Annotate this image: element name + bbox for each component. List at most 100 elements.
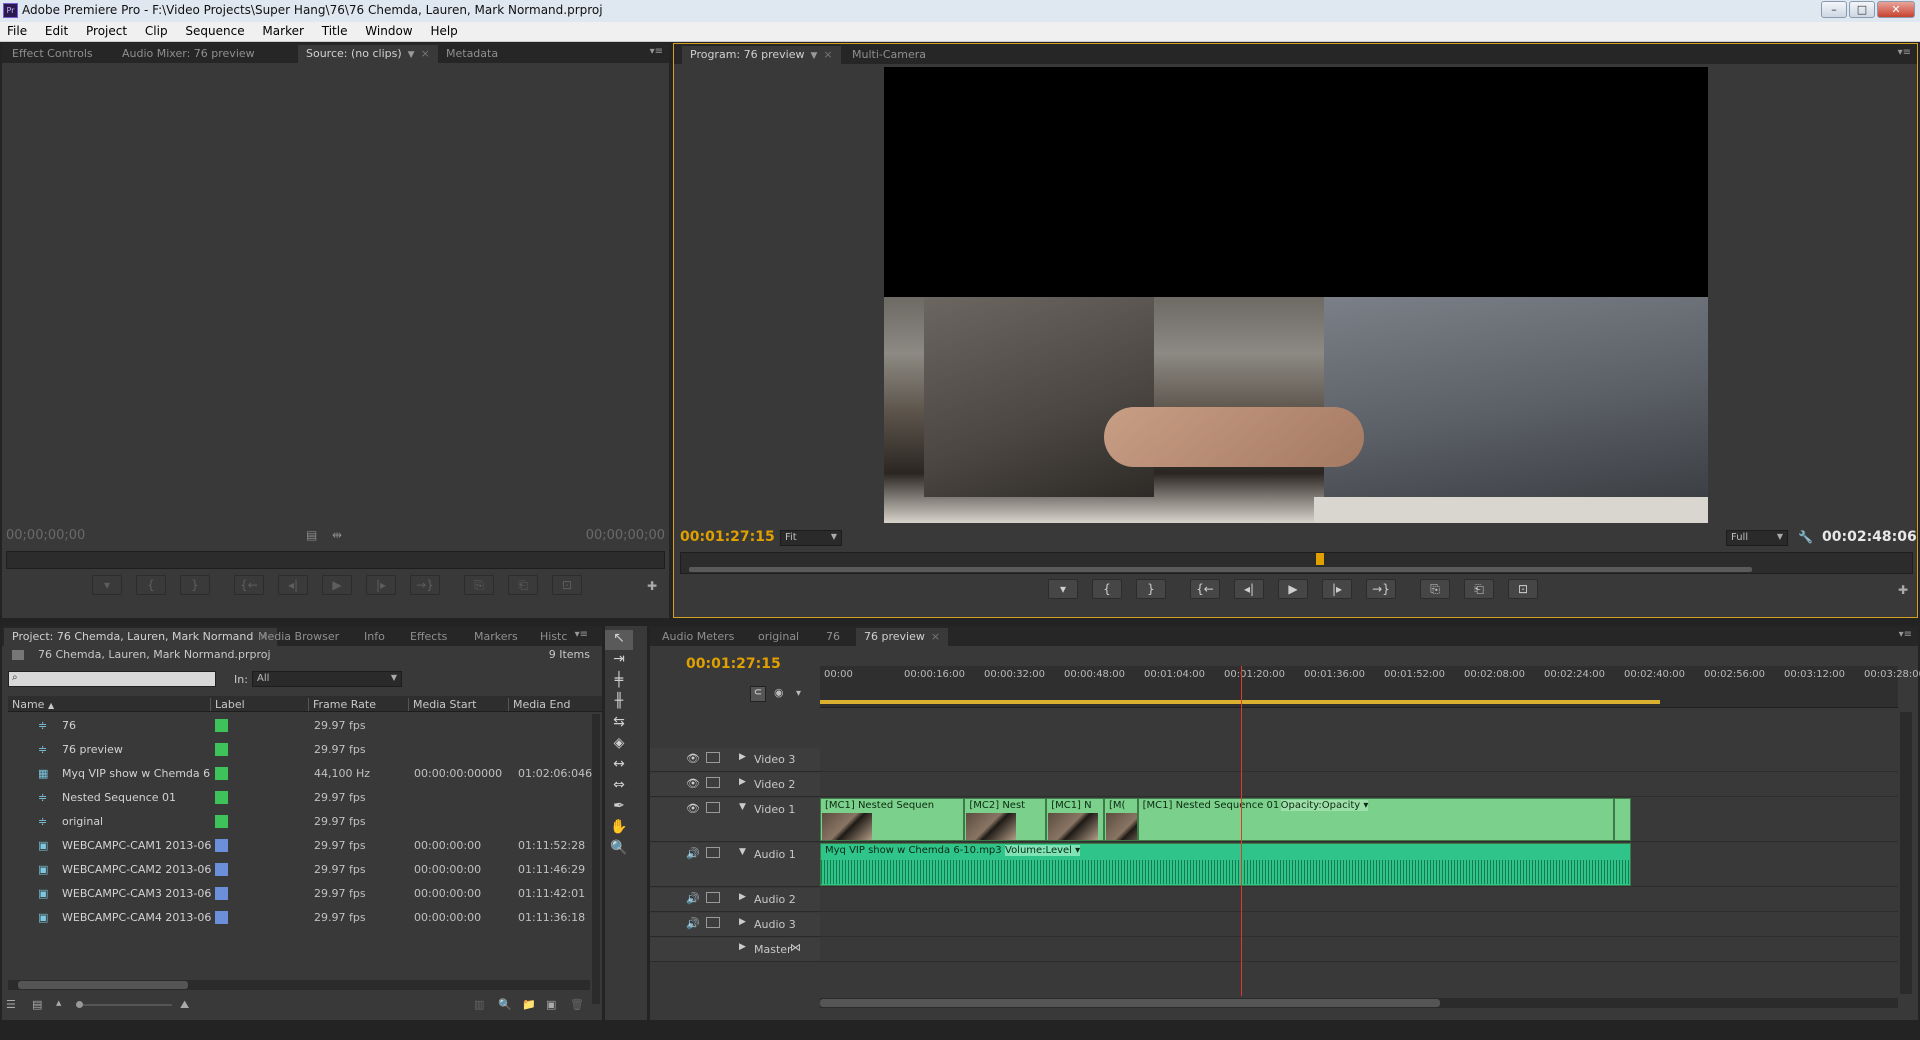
- video-clip[interactable]: [MC1] Nested Sequen: [820, 798, 965, 841]
- pen-tool[interactable]: ✒: [605, 798, 633, 818]
- go-to-out-button[interactable]: →}: [410, 575, 440, 595]
- menu-sequence[interactable]: Sequence: [178, 22, 251, 38]
- minimize-button[interactable]: –: [1821, 1, 1847, 18]
- menu-clip[interactable]: Clip: [138, 22, 175, 38]
- add-button-icon[interactable]: ✚: [647, 579, 657, 593]
- play-button[interactable]: ▶: [322, 575, 352, 595]
- collapse-icon[interactable]: ▼: [739, 847, 746, 857]
- expand-icon[interactable]: ▶: [739, 752, 746, 762]
- program-video-frame[interactable]: [884, 67, 1708, 523]
- menu-window[interactable]: Window: [358, 22, 419, 38]
- tab-program[interactable]: Program: 76 preview ▼ ×: [682, 46, 841, 64]
- chevron-down-icon[interactable]: ▼: [408, 50, 415, 60]
- track-lane-audio-1[interactable]: Myq VIP show w Chemda 6-10.mp3 Volume:Lev…: [820, 843, 1898, 887]
- video-clip[interactable]: [MC1] N: [1046, 798, 1104, 841]
- speaker-icon[interactable]: 🔊: [686, 917, 700, 930]
- add-marker-button[interactable]: ▾: [1048, 579, 1078, 599]
- source-time-ruler[interactable]: [6, 551, 665, 569]
- video-clip[interactable]: [M(: [1103, 798, 1138, 841]
- timeline-timecode-current[interactable]: 00:01:27:15: [686, 656, 781, 672]
- panel-menu-icon[interactable]: ▾≡: [1898, 47, 1911, 58]
- step-forward-button[interactable]: |▸: [366, 575, 396, 595]
- go-to-in-button[interactable]: {←: [1190, 579, 1220, 599]
- eye-icon[interactable]: 👁: [686, 802, 700, 815]
- rate-stretch-tool[interactable]: ⇆: [605, 714, 633, 734]
- zoom-tool[interactable]: 🔍: [605, 840, 633, 860]
- add-button-icon[interactable]: ✚: [1898, 583, 1908, 597]
- snap-icon[interactable]: ⊂: [750, 686, 766, 702]
- lock-icon[interactable]: [706, 917, 720, 928]
- tab-audio-meters[interactable]: Audio Meters: [654, 628, 742, 646]
- chevron-down-icon[interactable]: ▼: [810, 51, 817, 61]
- lock-icon[interactable]: [706, 847, 720, 858]
- tab-effect-controls[interactable]: Effect Controls: [4, 45, 101, 63]
- tab-multi-camera[interactable]: Multi-Camera: [844, 46, 934, 64]
- track-header-video-1[interactable]: 👁 ▼ Video 1: [650, 798, 820, 842]
- hand-tool[interactable]: ✋: [605, 819, 633, 839]
- panel-menu-icon[interactable]: ▾≡: [1899, 629, 1912, 640]
- video-clip[interactable]: [1614, 798, 1631, 841]
- program-playhead[interactable]: [1315, 553, 1324, 565]
- video-clip[interactable]: [MC2] Nest: [964, 798, 1047, 841]
- audio-clip[interactable]: Myq VIP show w Chemda 6-10.mp3 Volume:Lev…: [820, 843, 1631, 886]
- track-header-audio-2[interactable]: 🔊 ▶ Audio 2: [650, 888, 820, 912]
- lock-icon[interactable]: [706, 802, 720, 813]
- go-to-in-button[interactable]: {←: [234, 575, 264, 595]
- close-icon[interactable]: ×: [823, 48, 832, 61]
- track-lane-video-2[interactable]: [820, 773, 1898, 797]
- tab-sequence-original[interactable]: original: [750, 628, 807, 646]
- rolling-edit-tool[interactable]: ╫: [605, 693, 633, 713]
- lift-button[interactable]: ⎘: [1420, 579, 1450, 599]
- tab-sequence-76[interactable]: 76: [818, 628, 848, 646]
- track-header-audio-3[interactable]: 🔊 ▶ Audio 3: [650, 913, 820, 937]
- tab-audio-mixer[interactable]: Audio Mixer: 76 preview: [114, 45, 263, 63]
- clip-effect-dropdown[interactable]: Volume:Level ▾: [1005, 845, 1081, 856]
- timeline-horizontal-scrollbar[interactable]: [820, 998, 1898, 1008]
- tab-metadata[interactable]: Metadata: [438, 45, 506, 63]
- menu-title[interactable]: Title: [315, 22, 355, 38]
- slip-tool[interactable]: ↔: [605, 756, 633, 776]
- overwrite-button[interactable]: ⎗: [508, 575, 538, 595]
- maximize-button[interactable]: □: [1849, 1, 1875, 18]
- close-icon[interactable]: ×: [931, 630, 940, 643]
- insert-button[interactable]: ⎘: [464, 575, 494, 595]
- extract-button[interactable]: ⎗: [1464, 579, 1494, 599]
- go-to-out-button[interactable]: →}: [1366, 579, 1396, 599]
- slide-tool[interactable]: ⇔: [605, 777, 633, 797]
- menu-edit[interactable]: Edit: [38, 22, 75, 38]
- work-area-bar[interactable]: [820, 700, 1660, 704]
- lock-icon[interactable]: [706, 892, 720, 903]
- settings-icon[interactable]: ▤: [306, 528, 317, 542]
- expand-icon[interactable]: ▶: [739, 777, 746, 787]
- program-zoom-scrollbar[interactable]: [689, 567, 1752, 572]
- expand-icon[interactable]: ▶: [739, 892, 746, 902]
- selection-tool[interactable]: ↖: [605, 630, 633, 650]
- step-forward-button[interactable]: |▸: [1322, 579, 1352, 599]
- clip-effect-dropdown[interactable]: Opacity:Opacity ▾: [1280, 800, 1369, 811]
- eye-icon[interactable]: 👁: [686, 777, 700, 790]
- zoom-select[interactable]: Fit ▼: [780, 530, 842, 546]
- track-header-video-2[interactable]: 👁 ▶ Video 2: [650, 773, 820, 797]
- timeline-vertical-scrollbar[interactable]: [1900, 712, 1912, 994]
- track-lane-audio-2[interactable]: [820, 888, 1898, 912]
- track-lane-video-3[interactable]: [820, 748, 1898, 772]
- add-marker-icon[interactable]: ▾: [796, 688, 801, 699]
- add-marker-button[interactable]: ▾: [92, 575, 122, 595]
- track-header-audio-1[interactable]: 🔊 ▼ Audio 1: [650, 843, 820, 887]
- track-lane-master[interactable]: [820, 938, 1898, 962]
- mark-in-button[interactable]: {: [1092, 579, 1122, 599]
- menu-marker[interactable]: Marker: [255, 22, 310, 38]
- timeline-playhead[interactable]: [1241, 666, 1243, 996]
- track-header-video-3[interactable]: 👁 ▶ Video 3: [650, 748, 820, 772]
- menu-project[interactable]: Project: [79, 22, 134, 38]
- close-button[interactable]: ✕: [1877, 1, 1915, 18]
- link-icon[interactable]: ◉: [774, 686, 784, 699]
- lock-icon[interactable]: [706, 752, 720, 763]
- collapse-icon[interactable]: ▼: [739, 802, 746, 812]
- tab-source[interactable]: Source: (no clips) ▼ ×: [298, 45, 438, 63]
- timeline-ruler[interactable]: 00:00 00:00:16:00 00:00:32:00 00:00:48:00 00…: [820, 666, 1920, 708]
- mark-out-button[interactable]: }: [1136, 579, 1166, 599]
- program-time-ruler[interactable]: [680, 552, 1913, 574]
- scrollbar-thumb[interactable]: [820, 999, 1440, 1007]
- video-clip[interactable]: [MC1] Nested Sequence 01 Opacity:Opacity …: [1137, 798, 1615, 841]
